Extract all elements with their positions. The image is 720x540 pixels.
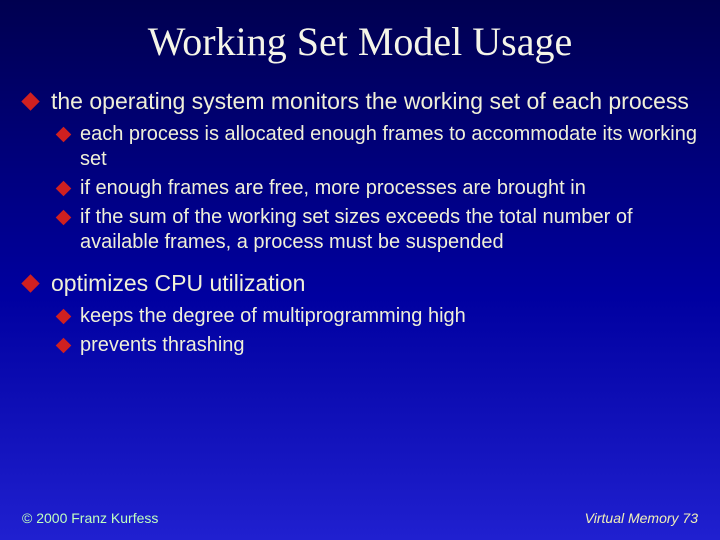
slide-title: Working Set Model Usage: [0, 0, 720, 87]
bullet-text: keeps the degree of multiprogramming hig…: [80, 304, 700, 329]
bullet-text: each process is allocated enough frames …: [80, 122, 700, 172]
slide-content: the operating system monitors the workin…: [0, 87, 720, 358]
bullet-level1: optimizes CPU utilization: [24, 269, 700, 298]
bullet-level2: prevents thrashing: [58, 333, 700, 358]
bullet-text: if enough frames are free, more processe…: [80, 176, 700, 201]
bullet-level1: the operating system monitors the workin…: [24, 87, 700, 116]
bullet-text: if the sum of the working set sizes exce…: [80, 205, 700, 255]
bullet-level2: if enough frames are free, more processe…: [58, 176, 700, 201]
page-label: Virtual Memory 73: [585, 510, 698, 526]
bullet-level2: each process is allocated enough frames …: [58, 122, 700, 172]
bullet-text: prevents thrashing: [80, 333, 700, 358]
diamond-bullet-icon: [56, 337, 72, 353]
copyright-text: © 2000 Franz Kurfess: [22, 510, 158, 526]
diamond-bullet-icon: [21, 274, 39, 292]
bullet-level2: keeps the degree of multiprogramming hig…: [58, 304, 700, 329]
diamond-bullet-icon: [56, 180, 72, 196]
diamond-bullet-icon: [56, 126, 72, 142]
bullet-text: the operating system monitors the workin…: [51, 87, 700, 116]
slide-footer: © 2000 Franz Kurfess Virtual Memory 73: [0, 510, 720, 526]
bullet-level2: if the sum of the working set sizes exce…: [58, 205, 700, 255]
diamond-bullet-icon: [56, 209, 72, 225]
bullet-text: optimizes CPU utilization: [51, 269, 700, 298]
diamond-bullet-icon: [21, 92, 39, 110]
diamond-bullet-icon: [56, 308, 72, 324]
